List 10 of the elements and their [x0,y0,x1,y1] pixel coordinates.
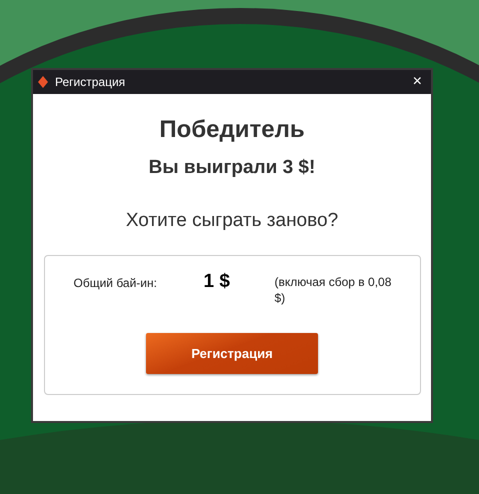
diamond-logo-icon [38,76,48,88]
register-button[interactable]: Регистрация [146,333,318,374]
window-title: Регистрация [55,74,126,91]
heading: Победитель [159,115,305,145]
question-text: Хотите сыграть заново? [126,208,338,232]
buyin-amount: 1 $ [204,270,231,294]
close-button[interactable]: × [408,74,426,90]
buyin-label: Общий бай-ин: [74,275,158,292]
prize-text: Вы выиграли 3 $! [148,156,316,180]
fee-note: (включая сбор в 0,08 $) [274,274,392,306]
